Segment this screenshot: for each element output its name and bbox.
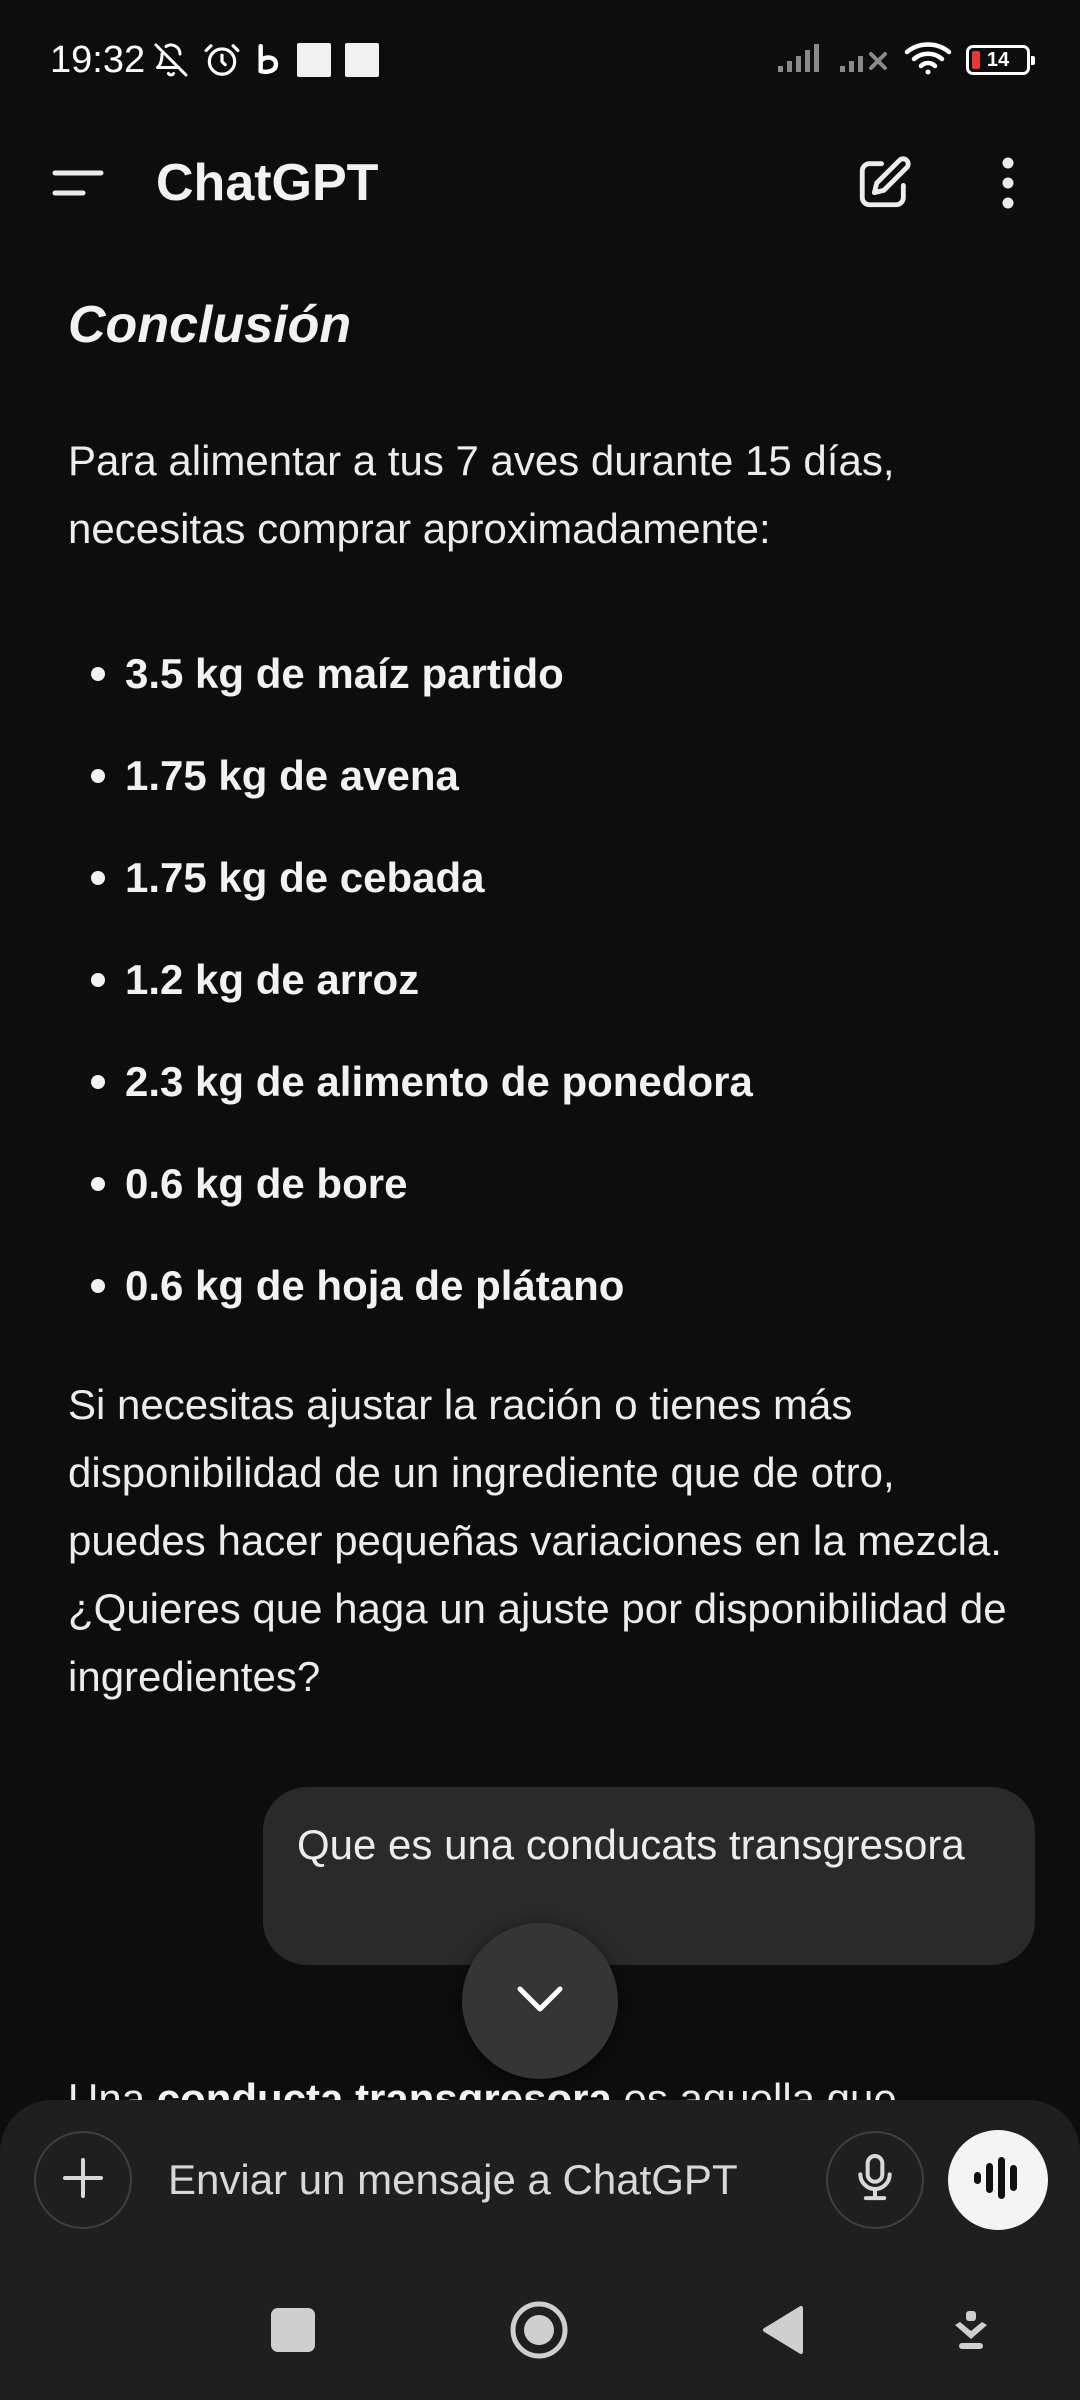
list-item: 1.75 kg de avena: [68, 725, 1040, 827]
back-button[interactable]: [738, 2287, 828, 2377]
menu-icon[interactable]: [50, 155, 106, 211]
list-item: 3.5 kg de maíz partido: [68, 623, 1040, 725]
bullet-dot: [91, 667, 105, 681]
voice-mode-icon: [971, 2155, 1025, 2206]
list-item-text: 0.6 kg de hoja de plátano: [125, 1262, 625, 1309]
notification-icons: [153, 41, 380, 79]
status-right: 14: [776, 40, 1035, 81]
header-actions: [852, 151, 1040, 215]
alarm-icon: [203, 41, 241, 79]
list-item: 1.75 kg de cebada: [68, 827, 1040, 929]
chatgpt-screen: 19:32 14 ChatGPT Conclusión Para aliment…: [0, 0, 1080, 2400]
status-bar: 19:32 14: [0, 0, 1080, 120]
message-heading: Conclusión: [68, 296, 352, 354]
message-outro: Si necesitas ajustar la ración o tienes …: [68, 1381, 1007, 1700]
system-nav-bar: [0, 2265, 1080, 2400]
hide-keyboard-button[interactable]: [926, 2287, 1016, 2377]
home-circle-icon: [509, 2300, 569, 2365]
more-vert-icon[interactable]: [976, 151, 1040, 215]
composer: Enviar un mensaje a ChatGPT: [0, 2100, 1080, 2400]
bullet-dot: [91, 871, 105, 885]
message-intro: Para alimentar a tus 7 aves durante 15 d…: [68, 437, 895, 552]
scroll-to-bottom-button[interactable]: [462, 1923, 618, 2079]
ingredient-list: 3.5 kg de maíz partido 1.75 kg de avena …: [68, 623, 1040, 1337]
plus-icon: [60, 2155, 106, 2206]
hide-keyboard-icon: [951, 2309, 991, 2356]
chevron-down-icon: [514, 1983, 566, 2020]
wifi-icon: [904, 40, 952, 81]
home-button[interactable]: [494, 2287, 584, 2377]
microphone-icon: [853, 2152, 897, 2209]
recents-square-icon: [271, 2307, 315, 2357]
square-notif-icon: [345, 43, 380, 77]
composer-row: Enviar un mensaje a ChatGPT: [34, 2130, 1048, 2230]
signal-icon: [776, 42, 824, 79]
reply-prefix: Una: [68, 2075, 157, 2100]
app-header: ChatGPT: [0, 120, 1080, 245]
bell-off-icon: [153, 41, 189, 79]
add-attachment-button[interactable]: [34, 2131, 132, 2229]
battery-icon: 14: [966, 45, 1035, 75]
list-item-text: 1.2 kg de arroz: [125, 956, 420, 1003]
bullet-dot: [91, 1279, 105, 1293]
back-triangle-icon: [761, 2305, 805, 2360]
list-item: 0.6 kg de bore: [68, 1133, 1040, 1235]
message-input[interactable]: Enviar un mensaje a ChatGPT: [168, 2156, 804, 2204]
b-app-icon: [255, 42, 283, 78]
battery-level: 14: [986, 48, 1010, 71]
user-message-text: Que es una conducats transgresora: [297, 1821, 965, 1868]
list-item-text: 1.75 kg de cebada: [125, 854, 485, 901]
list-item-text: 0.6 kg de bore: [125, 1160, 408, 1207]
list-item: 0.6 kg de hoja de plátano: [68, 1235, 1040, 1337]
square-notif-icon: [297, 43, 332, 77]
reply-suffix: es aquella que: [611, 2075, 897, 2100]
chat-thread[interactable]: Conclusión Para alimentar a tus 7 aves d…: [0, 245, 1080, 2100]
bullet-dot: [91, 973, 105, 987]
user-message-bubble[interactable]: Que es una conducats transgresora: [263, 1787, 1035, 1965]
signal-no-service-icon: [838, 42, 890, 79]
list-item: 2.3 kg de alimento de ponedora: [68, 1031, 1040, 1133]
list-item: 1.2 kg de arroz: [68, 929, 1040, 1031]
list-item-text: 1.75 kg de avena: [125, 752, 459, 799]
recents-button[interactable]: [248, 2287, 338, 2377]
dictation-button[interactable]: [826, 2131, 924, 2229]
bullet-dot: [91, 1075, 105, 1089]
new-chat-icon[interactable]: [852, 151, 916, 215]
list-item-text: 3.5 kg de maíz partido: [125, 650, 564, 697]
bullet-dot: [91, 1177, 105, 1191]
list-item-text: 2.3 kg de alimento de ponedora: [125, 1058, 753, 1105]
app-title[interactable]: ChatGPT: [156, 153, 378, 213]
status-time: 19:32: [50, 38, 146, 81]
bullet-dot: [91, 769, 105, 783]
voice-mode-button[interactable]: [948, 2130, 1048, 2230]
